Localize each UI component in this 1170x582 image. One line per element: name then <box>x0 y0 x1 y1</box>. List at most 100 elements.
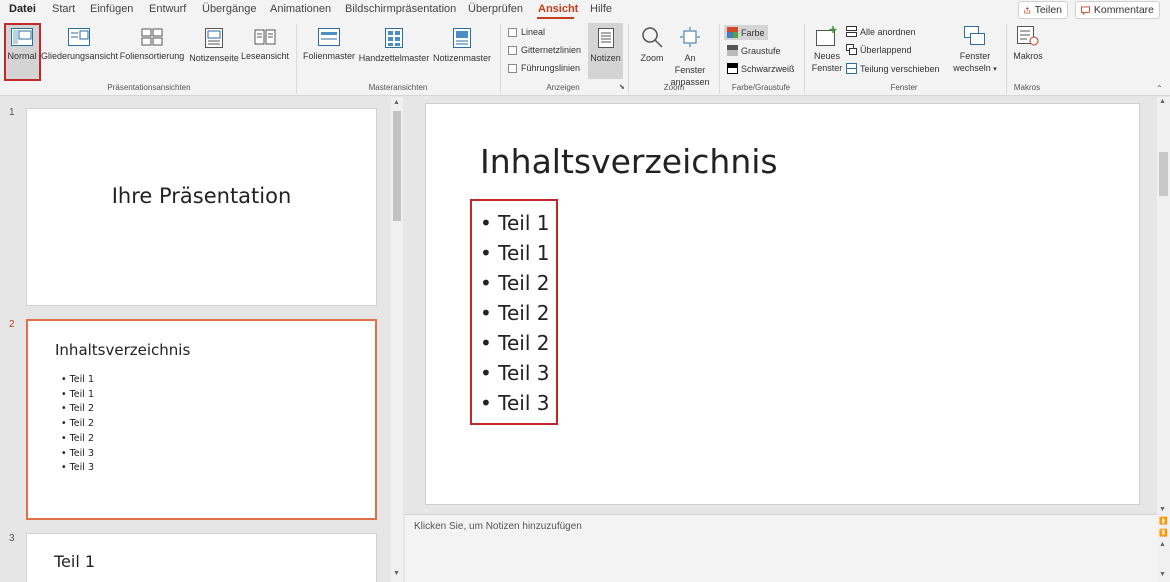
tab-hilfe[interactable]: Hilfe <box>590 3 612 15</box>
blackwhite-button[interactable]: Schwarzweiß <box>727 63 795 74</box>
notes-icon <box>597 28 614 48</box>
reading-view-button[interactable]: Leseansicht <box>241 28 289 62</box>
ruler-label: Lineal <box>521 27 546 37</box>
gridlines-checkbox-box[interactable] <box>508 45 517 55</box>
outline-view-icon <box>68 28 90 46</box>
scroll-up-icon[interactable]: ▲ <box>393 99 400 106</box>
scroll-up-icon[interactable]: ▲ <box>1159 98 1166 105</box>
grayscale-label: Graustufe <box>741 45 781 56</box>
outline-view-label: Gliederungsansicht <box>41 51 119 61</box>
new-window-label-line2: Fenster <box>811 63 843 73</box>
reading-view-icon <box>254 29 276 45</box>
tab-ansicht[interactable]: Ansicht <box>538 3 578 15</box>
cascade-button[interactable]: Überlappend <box>846 44 912 55</box>
ruler-checkbox[interactable]: Lineal <box>508 27 545 37</box>
tab-entwurf[interactable]: Entwurf <box>149 3 186 15</box>
guides-label: Führungslinien <box>521 63 581 73</box>
list-item: • Teil 2 <box>61 432 94 444</box>
fit-to-window-icon <box>680 27 700 47</box>
macros-button[interactable]: Makros <box>1010 26 1046 62</box>
zoom-button[interactable]: Zoom <box>636 26 668 64</box>
ribbon-ansicht: Normal Gliederungsansicht Foliensortieru… <box>0 20 1170 96</box>
group-label-presentation-views: Präsentationsansichten <box>107 83 191 92</box>
color-swatch-icon <box>727 27 738 38</box>
tab-start[interactable]: Start <box>52 3 75 15</box>
tab-uebergaenge[interactable]: Übergänge <box>202 3 256 15</box>
notes-master-button[interactable]: Notizenmaster <box>431 28 493 64</box>
tab-einfuegen[interactable]: Einfügen <box>90 3 133 15</box>
scroll-down-icon[interactable]: ▼ <box>1159 571 1166 578</box>
arrange-all-button[interactable]: Alle anordnen <box>846 26 916 37</box>
slide-master-icon <box>318 28 340 46</box>
list-item: • Teil 3 <box>61 462 94 474</box>
color-button[interactable]: Farbe <box>724 25 768 40</box>
collapse-ribbon-icon[interactable]: ⌃ <box>1156 84 1163 93</box>
slide-master-label: Folienmaster <box>302 51 356 61</box>
tab-bildschirmpraesentation[interactable]: Bildschirmpräsentation <box>345 3 456 15</box>
scroll-down-icon[interactable]: ▼ <box>1159 506 1166 513</box>
group-label-macros: Makros <box>1013 83 1041 92</box>
slide-thumbnail-1[interactable]: Ihre Präsentation <box>26 108 377 306</box>
share-icon <box>1024 6 1031 13</box>
notes-toggle-button[interactable]: Notizen <box>588 23 623 79</box>
previous-slide-icon[interactable]: ⏫ <box>1159 517 1168 525</box>
scrollbar-thumb[interactable] <box>1159 152 1168 196</box>
active-tab-indicator <box>537 17 574 19</box>
powerpoint-window: Datei Start Einfügen Entwurf Übergänge A… <box>0 0 1170 582</box>
tab-ueberpruefen[interactable]: Überprüfen <box>468 3 523 15</box>
comments-label: Kommentare <box>1093 4 1154 16</box>
gridlines-checkbox[interactable]: Gitternetzlinien <box>508 45 581 55</box>
current-slide[interactable]: Inhaltsverzeichnis • Teil 1 • Teil 1 • T… <box>425 103 1140 505</box>
tab-animationen[interactable]: Animationen <box>270 3 331 15</box>
slide-master-button[interactable]: Folienmaster <box>300 28 358 62</box>
fit-to-window-label-line1: An Fenster <box>674 53 706 75</box>
dialog-launcher-icon[interactable]: ⬊ <box>619 83 625 91</box>
zoom-label: Zoom <box>640 53 664 63</box>
fit-to-window-button[interactable]: An Fenster anpassen <box>668 26 712 88</box>
tab-datei[interactable]: Datei <box>9 3 36 15</box>
color-label: Farbe <box>741 27 765 38</box>
slide-title[interactable]: Inhaltsverzeichnis <box>480 142 778 181</box>
slide-sorter-button[interactable]: Foliensortierung <box>118 28 186 62</box>
ribbon-separator <box>500 24 501 94</box>
move-split-button[interactable]: Teilung verschieben <box>846 63 940 74</box>
new-window-button[interactable]: Neues Fenster <box>810 26 844 74</box>
handout-master-label: Handzettelmaster <box>358 53 430 63</box>
notes-page-button[interactable]: Notizenseite <box>187 28 241 64</box>
slide-number: 1 <box>9 107 15 118</box>
grayscale-button[interactable]: Graustufe <box>727 45 781 56</box>
scroll-up-icon[interactable]: ▲ <box>1159 541 1166 548</box>
notes-pane[interactable]: Klicken Sie, um Notizen hinzuzufügen <box>405 514 1157 582</box>
arrange-all-label: Alle anordnen <box>860 26 916 37</box>
slide-thumbnail-2[interactable]: Inhaltsverzeichnis • Teil 1 • Teil 1 • T… <box>26 319 377 520</box>
slide-thumbnail-3[interactable]: Teil 1 <box>26 533 377 582</box>
grayscale-swatch-icon <box>727 45 738 56</box>
editor-scrollbar[interactable]: ▲ ▼ ⏫ ⏬ ▲ ▼ <box>1157 97 1170 582</box>
ribbon-separator <box>1006 24 1007 94</box>
group-label-master-views: Masteransichten <box>368 83 428 92</box>
handout-master-button[interactable]: Handzettelmaster <box>358 28 430 64</box>
group-label-color: Farbe/Graustufe <box>731 83 791 92</box>
thumbnail-title: Ihre Präsentation <box>111 184 292 208</box>
notes-master-icon <box>453 28 471 48</box>
comments-button[interactable]: Kommentare <box>1075 1 1160 19</box>
scroll-down-icon[interactable]: ▼ <box>393 570 400 577</box>
blackwhite-label: Schwarzweiß <box>741 63 795 74</box>
outline-view-button[interactable]: Gliederungsansicht <box>41 28 119 62</box>
share-button[interactable]: Teilen <box>1018 1 1068 19</box>
switch-windows-label-line2: wechseln <box>953 63 991 73</box>
thumbnail-title: Teil 1 <box>54 552 96 571</box>
switch-windows-button[interactable]: Fenster wechseln ▾ <box>948 26 1002 76</box>
thumbnail-scrollbar[interactable]: ▲ ▼ <box>391 97 403 582</box>
ruler-checkbox-box[interactable] <box>508 27 517 37</box>
scrollbar-thumb[interactable] <box>393 111 401 221</box>
chevron-down-icon: ▾ <box>993 66 997 73</box>
guides-checkbox-box[interactable] <box>508 63 517 73</box>
bullet-list-highlight <box>470 199 558 425</box>
list-item: • Teil 1 <box>61 388 94 400</box>
notes-placeholder[interactable]: Klicken Sie, um Notizen hinzuzufügen <box>414 521 582 532</box>
thumbnail-title: Inhaltsverzeichnis <box>55 341 191 359</box>
next-slide-icon[interactable]: ⏬ <box>1159 529 1168 537</box>
notes-page-icon <box>205 28 223 48</box>
guides-checkbox[interactable]: Führungslinien <box>508 63 580 73</box>
